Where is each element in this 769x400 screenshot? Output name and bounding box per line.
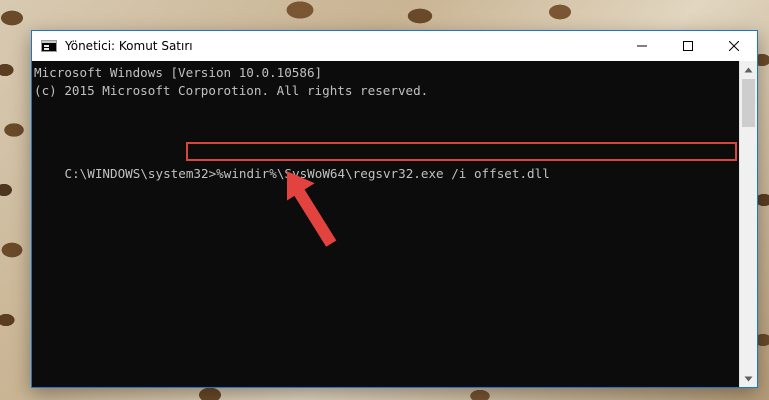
minimize-button[interactable] — [619, 31, 665, 61]
scroll-down-button[interactable] — [740, 370, 757, 387]
red-arrow-icon — [287, 170, 337, 247]
prompt-path: C:\WINDOWS\system32> — [64, 166, 217, 181]
close-button[interactable] — [711, 31, 757, 61]
console-app-icon — [41, 40, 57, 52]
close-icon — [729, 41, 739, 51]
command-prompt-window: Yönetici: Komut Satırı Microsoft Windows… — [31, 30, 758, 388]
chevron-up-icon — [744, 67, 753, 72]
console-line-copyright: (c) 2015 Microsoft Corporotion. All righ… — [34, 83, 429, 98]
vertical-scrollbar[interactable] — [739, 61, 757, 387]
chevron-down-icon — [744, 376, 753, 381]
caption-buttons — [619, 31, 757, 61]
title-bar[interactable]: Yönetici: Komut Satırı — [32, 31, 757, 61]
console-line-version: Microsoft Windows [Version 10.0.10586] — [34, 65, 323, 80]
scroll-up-button[interactable] — [740, 61, 757, 78]
command-highlight-box — [186, 142, 737, 161]
window-title: Yönetici: Komut Satırı — [65, 39, 193, 53]
minimize-icon — [637, 45, 647, 47]
command-text: %windir%\SysWoW64\regsvr32.exe /i offset… — [216, 166, 550, 181]
console-output-area[interactable]: Microsoft Windows [Version 10.0.10586] (… — [32, 61, 740, 387]
maximize-button[interactable] — [665, 31, 711, 61]
maximize-icon — [683, 41, 693, 51]
scroll-thumb[interactable] — [742, 79, 755, 127]
